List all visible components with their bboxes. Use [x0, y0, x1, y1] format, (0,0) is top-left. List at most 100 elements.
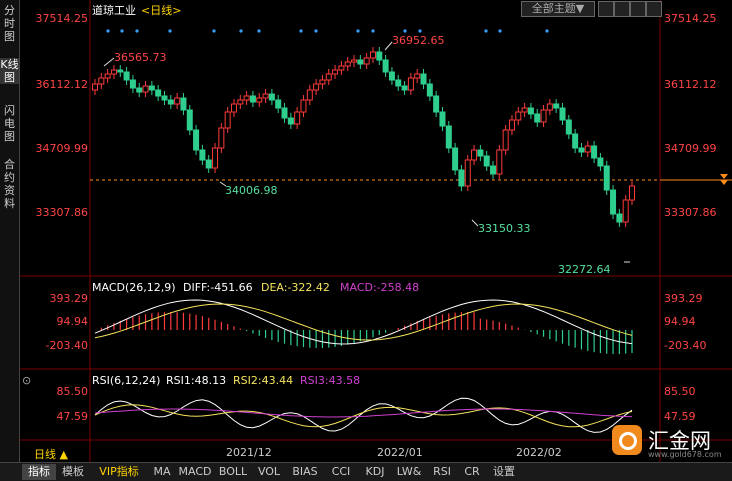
- candle-body: [161, 95, 168, 101]
- candle-body: [174, 97, 181, 105]
- candle-body: [325, 73, 332, 81]
- watermark-logo-icon: [612, 425, 642, 455]
- candle-body: [313, 83, 320, 91]
- candle-body: [376, 51, 383, 61]
- candle-body: [363, 57, 370, 65]
- candle-body: [578, 147, 585, 153]
- candle-body: [584, 145, 591, 153]
- watermark-url: www.gold678.com: [648, 450, 722, 459]
- candle-body: [433, 95, 440, 113]
- rsi-axis-label: 85.50: [56, 385, 89, 398]
- extreme-marker: [384, 41, 393, 51]
- event-marker: [314, 29, 318, 33]
- indicator-tab[interactable]: CCI: [324, 464, 358, 480]
- candle-body: [110, 69, 117, 75]
- indicator-tab[interactable]: VIP指标: [90, 464, 148, 480]
- candle-body: [224, 111, 231, 129]
- price-axis-label: 36112.12: [35, 78, 89, 91]
- time-axis-label: 2022/02: [516, 446, 562, 459]
- rsi3-value: RSI3:43.58: [300, 374, 361, 387]
- indicator-tab[interactable]: 指标: [22, 464, 56, 480]
- candle-body: [237, 99, 244, 105]
- indicator-tab[interactable]: VOL: [252, 464, 286, 480]
- candle-body: [452, 147, 459, 171]
- price-axis-label-right: 33307.86: [664, 206, 717, 219]
- macd-dea-value: DEA:-322.42: [261, 281, 330, 294]
- candle-body: [445, 125, 452, 149]
- candle-body: [256, 97, 263, 103]
- rsi-axis-label-right: 47.59: [664, 410, 696, 423]
- candle-body: [136, 87, 143, 93]
- indicator-tab[interactable]: KDJ: [358, 464, 392, 480]
- candle-body: [426, 83, 433, 97]
- candle-body: [300, 99, 307, 113]
- candle-body: [496, 149, 503, 175]
- candle-body: [502, 129, 509, 151]
- high-annotation: 36952.65: [392, 34, 445, 47]
- rsi1-line: [94, 397, 633, 433]
- candle-body: [117, 69, 124, 73]
- macd-axis-label: 393.29: [49, 292, 89, 305]
- rsi2-value: RSI2:43.44: [233, 374, 294, 387]
- price-axis-label-right: 34709.99: [664, 142, 717, 155]
- candle-body: [98, 77, 105, 85]
- indicator-tab[interactable]: CR: [458, 464, 486, 480]
- candle-body: [540, 109, 547, 123]
- indicator-tab[interactable]: RSI: [426, 464, 458, 480]
- candle-body: [319, 79, 326, 85]
- candle-body: [212, 147, 219, 169]
- period-switch-button[interactable]: 日线 ▲: [34, 446, 68, 462]
- rsi1-value: RSI1:48.13: [166, 374, 227, 387]
- rsi-axis-label-right: 85.50: [664, 385, 696, 398]
- rsi3-line: [94, 408, 633, 418]
- candle-body: [92, 83, 98, 91]
- event-marker: [135, 29, 139, 33]
- low-annotation: 34006.98: [225, 184, 278, 197]
- indicator-tab[interactable]: 设置: [486, 464, 522, 480]
- price-axis-label-right: 37514.25: [664, 12, 717, 25]
- indicator-tab[interactable]: BIAS: [286, 464, 324, 480]
- event-marker: [403, 29, 407, 33]
- candle-body: [527, 107, 534, 115]
- candle-body: [205, 159, 212, 169]
- indicator-tab-bar: 指标 模板 VIP指标 MA MACD BOLL VOL BIAS CCI KDJ LW& RSI CR…: [0, 462, 732, 481]
- indicator-tab[interactable]: MACD: [176, 464, 214, 480]
- macd-diff-value: DIFF:-451.66: [183, 281, 253, 294]
- candle-body: [155, 89, 162, 97]
- macd-title: MACD(26,12,9): [92, 281, 176, 294]
- indicator-tab[interactable]: LW&: [392, 464, 426, 480]
- restore-icon[interactable]: [630, 1, 646, 17]
- low-annotation: 32272.64: [558, 263, 611, 276]
- candle-body: [186, 109, 193, 131]
- candle-body: [369, 51, 376, 59]
- candle-body: [534, 113, 541, 123]
- candle-body: [357, 59, 364, 65]
- price-axis-label-right: 36112.12: [664, 78, 717, 91]
- candle-body: [420, 73, 427, 85]
- event-marker: [212, 29, 216, 33]
- candlestick-series: [92, 47, 635, 227]
- indicator-tab[interactable]: BOLL: [214, 464, 252, 480]
- candle-body: [553, 103, 560, 109]
- indicator-tab[interactable]: MA: [148, 464, 176, 480]
- window-icon[interactable]: [646, 1, 662, 17]
- event-marker: [418, 29, 422, 33]
- candle-body: [193, 129, 200, 151]
- event-marker: [484, 29, 488, 33]
- indicator-tab[interactable]: 模板: [56, 464, 90, 480]
- high-annotation: 36565.73: [114, 51, 167, 64]
- time-axis-label: 2021/12: [226, 446, 272, 459]
- zoom-in-icon[interactable]: [598, 1, 614, 17]
- kline-chart-area[interactable]: [0, 0, 732, 462]
- candle-body: [294, 111, 301, 125]
- candle-body: [148, 85, 155, 91]
- zoom-out-icon[interactable]: [614, 1, 630, 17]
- candle-body: [306, 89, 313, 101]
- theme-select-button[interactable]: 全部主题▼: [521, 1, 595, 17]
- candle-body: [565, 119, 572, 135]
- event-marker: [239, 29, 243, 33]
- candle-body: [243, 95, 250, 101]
- candle-body: [104, 73, 111, 79]
- candle-body: [597, 157, 604, 167]
- candle-body: [559, 107, 566, 121]
